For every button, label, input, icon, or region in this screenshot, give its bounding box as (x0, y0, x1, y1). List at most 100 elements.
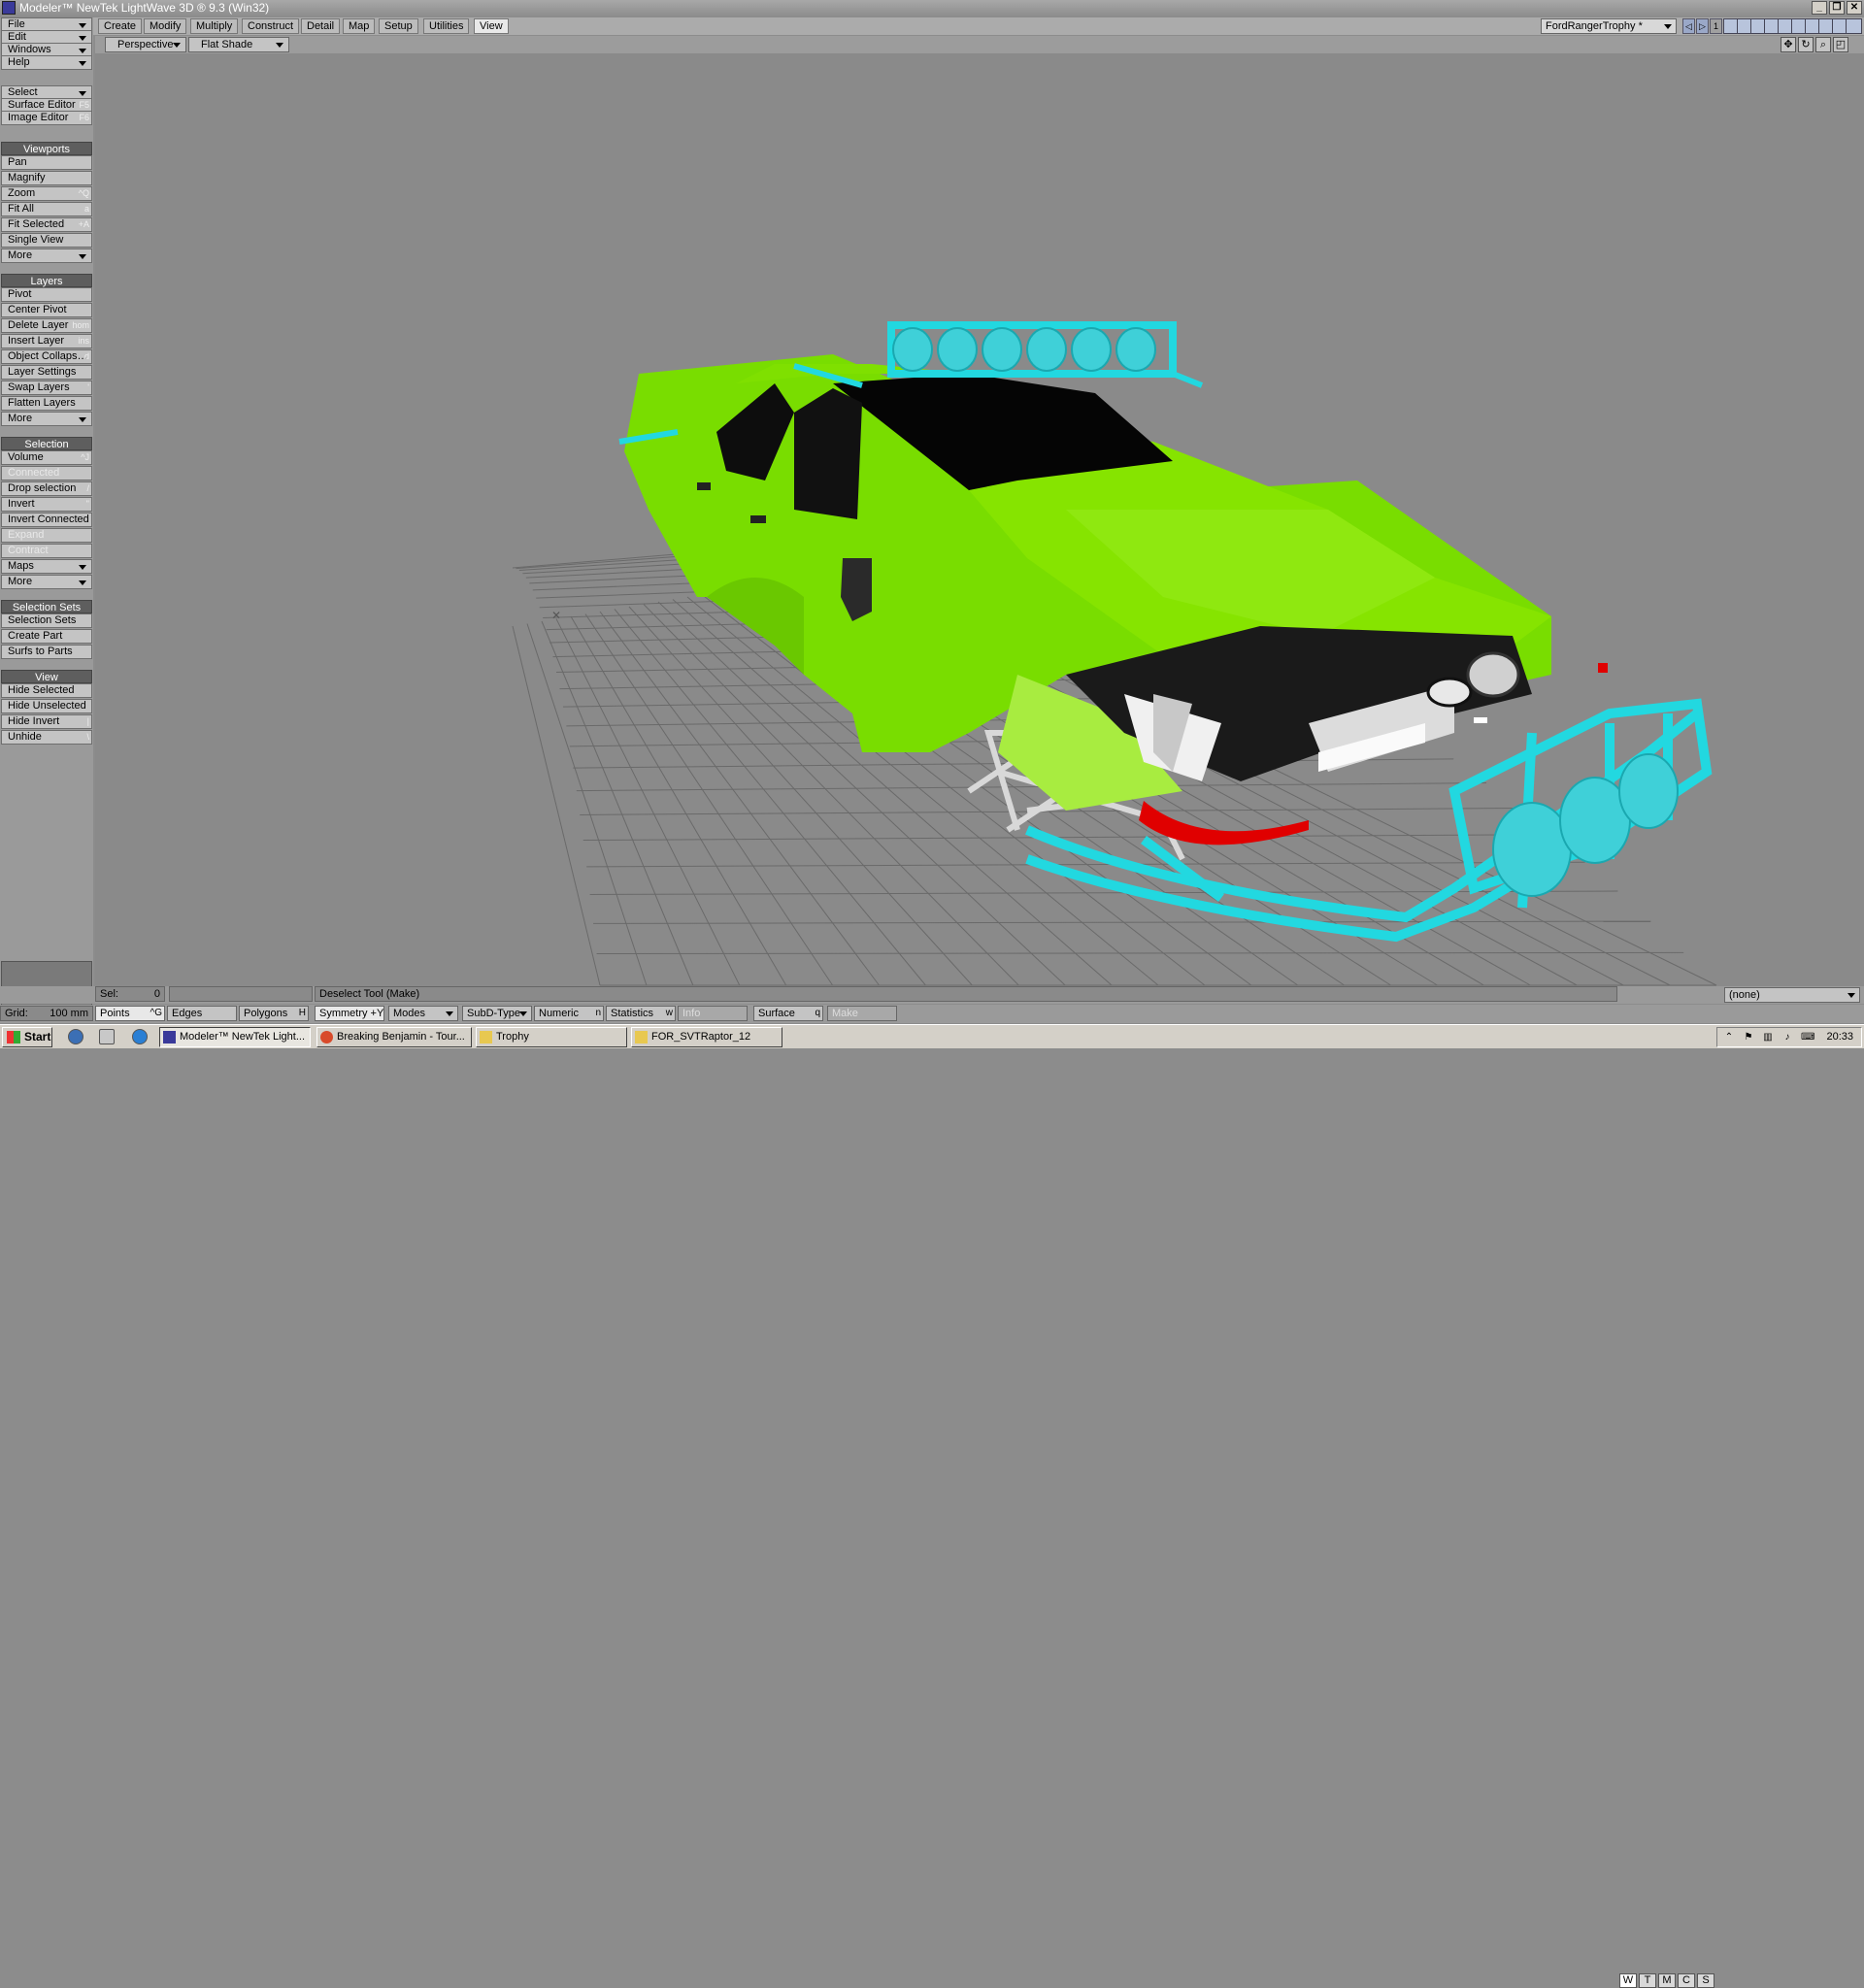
volume-label: Volume (8, 451, 44, 463)
single-view-button[interactable]: Single View (1, 233, 92, 248)
invert-connected-button[interactable]: Invert Connected (1, 513, 92, 527)
wtmcs-toggle-m[interactable]: M (1658, 1973, 1676, 1988)
surface-select-dropdown[interactable]: (none) (1724, 987, 1860, 1003)
layer-slot-button[interactable] (1846, 18, 1862, 34)
zoom-button[interactable]: Zoom ^Q (1, 186, 92, 201)
delete-layer-button[interactable]: Delete Layer hom (1, 318, 92, 333)
flatten-layers-button[interactable]: Flatten Layers (1, 396, 92, 411)
pivot-button[interactable]: Pivot (1, 287, 92, 302)
wtmcs-toggle-s[interactable]: S (1697, 1973, 1714, 1988)
pan-button[interactable]: Pan (1, 155, 92, 170)
selection-sets-button[interactable]: Selection Sets (1, 613, 92, 628)
tab-detail[interactable]: Detail (301, 18, 341, 34)
tab-utilities[interactable]: Utilities (423, 18, 470, 34)
network-icon[interactable]: ▥ (1762, 1032, 1774, 1044)
surfs-to-parts-button[interactable]: Surfs to Parts (1, 645, 92, 659)
volume-button[interactable]: Volume ^J (1, 450, 92, 465)
tab-modify[interactable]: Modify (144, 18, 187, 34)
task-browser[interactable]: Breaking Benjamin - Tour... (316, 1027, 472, 1047)
quicklaunch-desktop-icon[interactable] (99, 1029, 115, 1044)
hide-invert-button[interactable]: Hide Invert | (1, 714, 92, 729)
layer-settings-button[interactable]: Layer Settings (1, 365, 92, 380)
tab-map[interactable]: Map (343, 18, 376, 34)
projection-dropdown[interactable]: Perspective (105, 37, 186, 52)
move-view-icon[interactable]: ✥ (1781, 37, 1796, 52)
bumper-lights (1492, 753, 1679, 897)
drop-selection-button[interactable]: Drop selection / (1, 481, 92, 496)
object-collapse-button[interactable]: Object Collaps… d (1, 349, 92, 364)
prev-layer-icon[interactable]: ◁ (1682, 18, 1695, 34)
rotate-view-icon[interactable]: ↻ (1798, 37, 1814, 52)
task-modeler[interactable]: Modeler™ NewTek Light... (159, 1027, 311, 1047)
make-button[interactable]: Make (827, 1006, 897, 1021)
modes-dropdown[interactable]: Modes (388, 1006, 458, 1021)
viewports-more-menu[interactable]: More (1, 248, 92, 263)
swap-layers-label: Swap Layers (8, 381, 70, 393)
sel-label: Sel: (100, 988, 118, 1000)
shading-dropdown[interactable]: Flat Shade (188, 37, 289, 52)
connected-button[interactable]: Connected (1, 466, 92, 480)
grid-size-display: Grid: 100 mm (0, 1006, 93, 1021)
perspective-viewport[interactable]: ✕ (95, 53, 1831, 986)
tab-construct[interactable]: Construct (242, 18, 300, 34)
magnify-button[interactable]: Magnify (1, 171, 92, 185)
volume-icon[interactable]: ♪ (1781, 1032, 1793, 1044)
polygons-mode-button[interactable]: Polygons H (239, 1006, 309, 1021)
fit-all-button[interactable]: Fit All a (1, 202, 92, 216)
quicklaunch-ie-icon[interactable] (68, 1029, 83, 1044)
maps-menu[interactable]: Maps (1, 559, 92, 574)
quicklaunch-browser-icon[interactable] (132, 1029, 148, 1044)
current-object-dropdown[interactable]: FordRangerTrophy * (1541, 18, 1677, 34)
expand-button[interactable]: Expand (1, 528, 92, 543)
unhide-button[interactable]: Unhide \ (1, 730, 92, 745)
lightwave-app-icon[interactable] (2, 1, 16, 15)
surface-button[interactable]: Surface q (753, 1006, 823, 1021)
fit-selected-button[interactable]: Fit Selected +A (1, 217, 92, 232)
hide-unselected-button[interactable]: Hide Unselected (1, 699, 92, 713)
maximize-viewport-icon[interactable]: ◰ (1833, 37, 1848, 52)
clock[interactable]: 20:33 (1826, 1028, 1853, 1046)
action-center-flag-icon[interactable]: ⚑ (1743, 1032, 1754, 1044)
info-button[interactable]: Info (678, 1006, 748, 1021)
layers-header: Layers (1, 274, 92, 287)
minimize-button[interactable]: _ (1812, 1, 1827, 15)
maximize-button[interactable]: ❐ (1829, 1, 1845, 15)
tool-message: Deselect Tool (Make) (315, 986, 1617, 1002)
wtmcs-toggle-t[interactable]: T (1639, 1973, 1656, 1988)
subd-type-dropdown[interactable]: SubD-Type (462, 1006, 532, 1021)
shortcut-label: n (595, 1008, 601, 1018)
insert-layer-button[interactable]: Insert Layer ins (1, 334, 92, 348)
tab-setup[interactable]: Setup (379, 18, 418, 34)
title-bar: Modeler™ NewTek LightWave 3D ® 9.3 (Win3… (0, 0, 1864, 16)
layers-more-menu[interactable]: More (1, 412, 92, 426)
viewport-right-margin (1831, 53, 1864, 986)
hide-selected-button[interactable]: Hide Selected (1, 683, 92, 698)
edges-mode-button[interactable]: Edges (167, 1006, 237, 1021)
tray-expand-icon[interactable]: ⌃ (1723, 1032, 1735, 1044)
help-menu[interactable]: Help (1, 55, 92, 70)
swap-layers-button[interactable]: Swap Layers ' (1, 381, 92, 395)
invert-button[interactable]: Invert " (1, 497, 92, 512)
zoom-view-icon[interactable]: ⌕ (1815, 37, 1831, 52)
numeric-button[interactable]: Numeric n (534, 1006, 604, 1021)
next-layer-icon[interactable]: ▷ (1696, 18, 1709, 34)
symmetry-toggle[interactable]: Symmetry +Y (315, 1006, 384, 1021)
selection-more-menu[interactable]: More (1, 575, 92, 589)
polygons-label: Polygons (244, 1008, 288, 1019)
task-trophy-folder[interactable]: Trophy (476, 1027, 627, 1047)
tab-multiply[interactable]: Multiply (190, 18, 239, 34)
tab-create[interactable]: Create (98, 18, 143, 34)
contract-button[interactable]: Contract (1, 544, 92, 558)
image-editor-button[interactable]: Image Editor F6 (1, 111, 92, 125)
tab-view[interactable]: View (474, 18, 509, 34)
create-part-button[interactable]: Create Part (1, 629, 92, 644)
points-mode-button[interactable]: Points ^G (95, 1006, 165, 1021)
wtmcs-toggle-w[interactable]: W (1619, 1973, 1637, 1988)
statistics-button[interactable]: Statistics w (606, 1006, 676, 1021)
center-pivot-button[interactable]: Center Pivot (1, 303, 92, 317)
task-raptor-folder[interactable]: FOR_SVTRaptor_12 (631, 1027, 782, 1047)
close-button[interactable]: ✕ (1847, 1, 1862, 15)
language-icon[interactable]: ⌨ (1801, 1032, 1814, 1044)
start-button[interactable]: Start (2, 1027, 52, 1047)
wtmcs-toggle-c[interactable]: C (1678, 1973, 1695, 1988)
